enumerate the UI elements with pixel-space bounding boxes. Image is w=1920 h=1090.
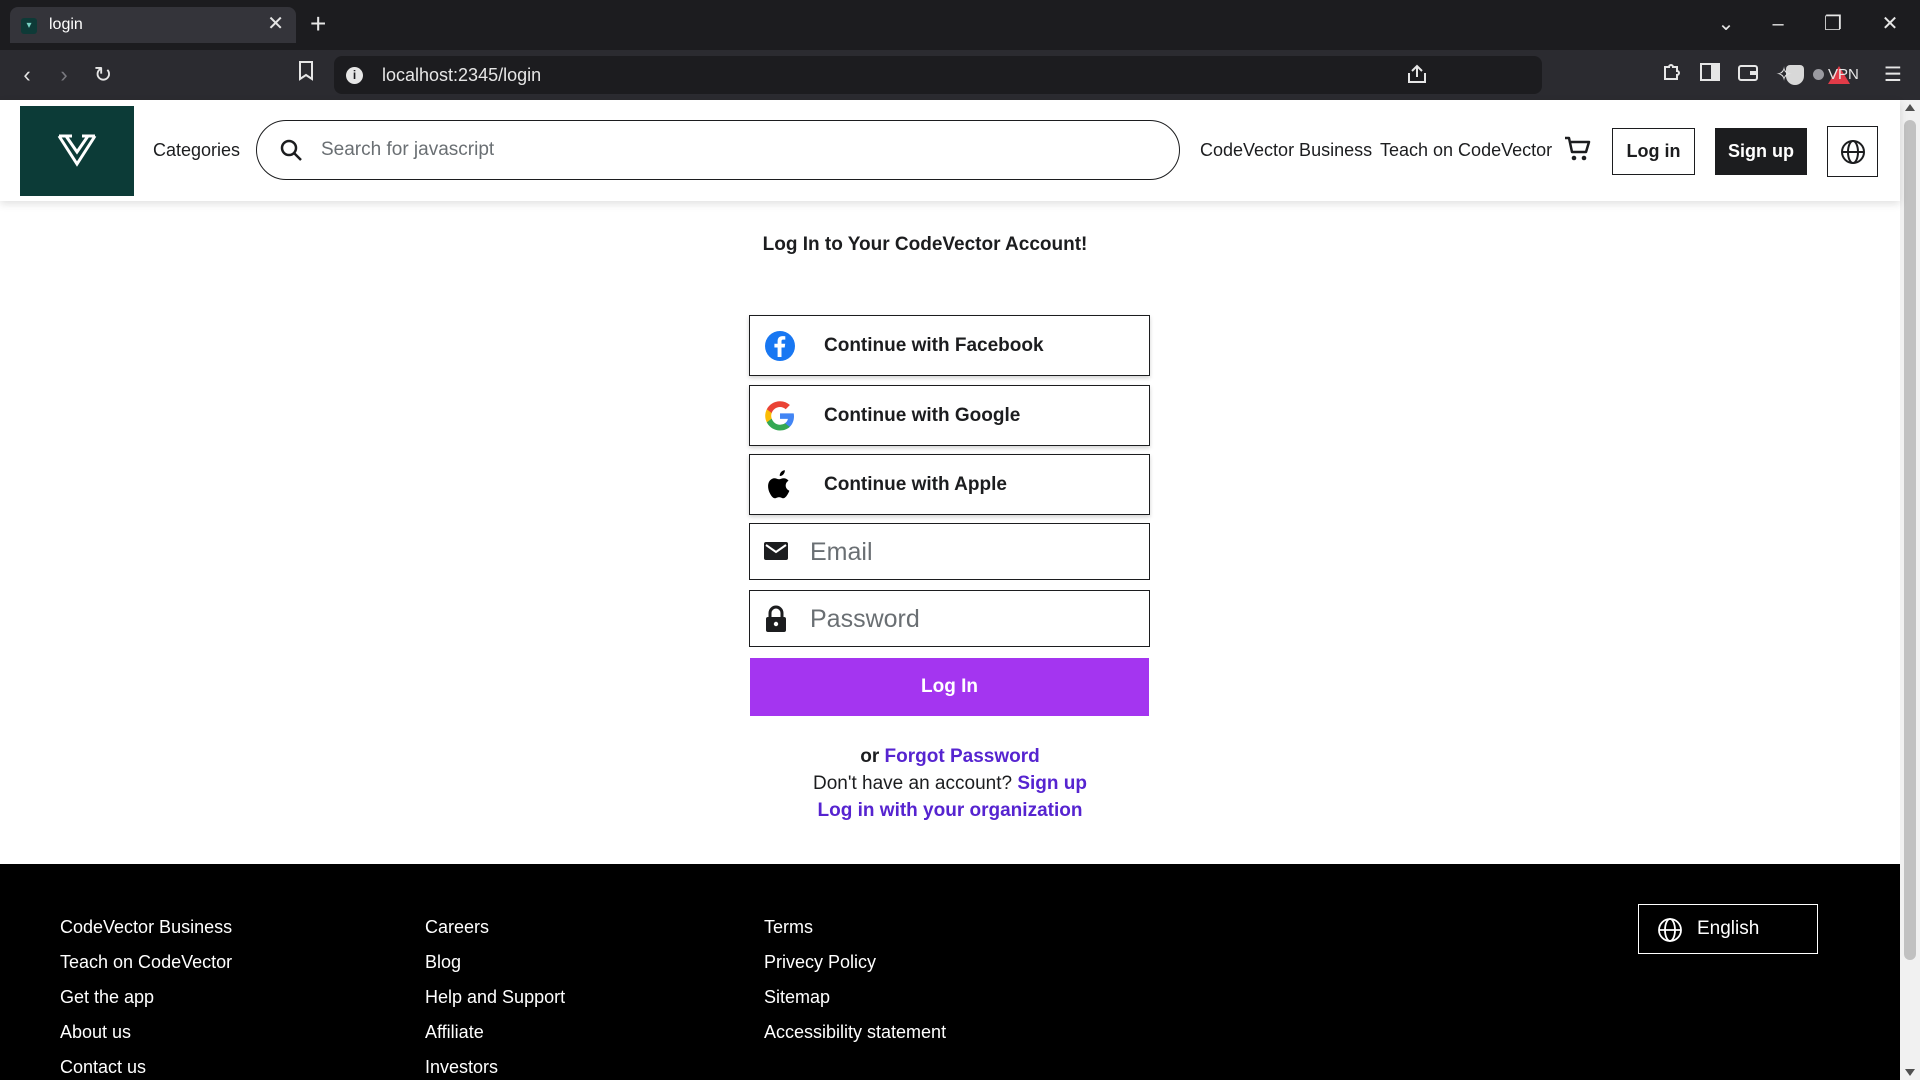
vpn-label: VPN — [1828, 66, 1859, 83]
browser-tab-strip: ▾ login ✕ + ⌄ – ❐ ✕ — [0, 0, 1920, 50]
sidebar-icon[interactable] — [1695, 61, 1725, 89]
wallet-icon[interactable] — [1733, 61, 1763, 89]
browser-toolbar: ‹ › ↻ i localhost:2345/login ✧ VPN ☰ — [0, 50, 1920, 100]
footer-link[interactable]: CodeVector Business — [60, 915, 232, 950]
address-bar[interactable]: i localhost:2345/login — [334, 56, 1850, 94]
footer-link[interactable]: Contact us — [60, 1055, 232, 1090]
teach-link[interactable]: Teach on CodeVector — [1380, 140, 1552, 161]
google-login-button[interactable]: Continue with Google — [749, 385, 1150, 446]
new-tab-icon[interactable]: + — [310, 9, 326, 39]
organization-login-link[interactable]: Log in with your organization — [818, 800, 1083, 821]
footer-link[interactable]: Privecy Policy — [764, 950, 946, 985]
forgot-password-link[interactable]: Forgot Password — [885, 746, 1040, 767]
categories-link[interactable]: Categories — [153, 140, 240, 161]
facebook-icon — [765, 331, 795, 361]
footer-link[interactable]: Teach on CodeVector — [60, 950, 232, 985]
or-text: or — [860, 746, 880, 767]
email-field[interactable] — [749, 523, 1150, 580]
minimize-icon[interactable]: – — [1758, 10, 1798, 38]
login-title: Log In to Your CodeVector Account! — [762, 234, 1088, 255]
forgot-password-line: or Forgot Password — [0, 746, 1900, 768]
no-account-text: Don't have an account? — [813, 773, 1013, 794]
window-close-icon[interactable]: ✕ — [1870, 10, 1910, 38]
forward-icon[interactable]: › — [49, 61, 79, 89]
footer-column-1: CodeVector Business Teach on CodeVector … — [60, 915, 232, 1090]
header-login-button[interactable]: Log in — [1612, 128, 1695, 175]
extensions-icon[interactable] — [1657, 61, 1687, 89]
business-link[interactable]: CodeVector Business — [1200, 140, 1372, 161]
favicon-icon: ▾ — [21, 18, 37, 34]
footer-link[interactable]: Accessibility statement — [764, 1020, 946, 1055]
lock-icon — [766, 605, 786, 632]
bookmark-icon[interactable] — [291, 61, 321, 89]
email-input[interactable] — [810, 536, 1130, 568]
password-input[interactable] — [810, 603, 1130, 635]
footer-link[interactable]: Sitemap — [764, 985, 946, 1020]
footer-language-button[interactable]: English — [1638, 904, 1818, 954]
password-field[interactable] — [749, 590, 1150, 647]
envelope-icon — [764, 542, 788, 560]
browser-tab[interactable]: ▾ login ✕ — [10, 7, 296, 43]
apple-icon — [768, 470, 790, 499]
globe-icon — [1658, 918, 1682, 942]
url-text[interactable]: localhost:2345/login — [382, 65, 541, 86]
apple-login-label: Continue with Apple — [824, 474, 1007, 495]
menu-icon[interactable]: ☰ — [1878, 61, 1908, 89]
back-icon[interactable]: ‹ — [12, 61, 42, 89]
language-label: English — [1697, 918, 1760, 939]
google-icon — [765, 401, 794, 431]
footer-link[interactable]: Blog — [425, 950, 565, 985]
search-bar[interactable] — [256, 120, 1180, 180]
signup-line: Don't have an account? Sign up — [0, 773, 1900, 795]
tab-list-chevron-icon[interactable]: ⌄ — [1706, 10, 1746, 38]
language-button[interactable] — [1827, 126, 1878, 177]
search-icon[interactable] — [279, 138, 303, 162]
facebook-login-label: Continue with Facebook — [824, 335, 1044, 356]
apple-login-button[interactable]: Continue with Apple — [749, 454, 1150, 515]
footer-column-2: Careers Blog Help and Support Affiliate … — [425, 915, 565, 1090]
search-input[interactable] — [321, 135, 1141, 165]
reload-icon[interactable]: ↻ — [88, 61, 118, 89]
login-submit-button[interactable]: Log In — [750, 658, 1149, 716]
footer-link[interactable]: Help and Support — [425, 985, 565, 1020]
footer-link[interactable]: Careers — [425, 915, 565, 950]
share-icon[interactable] — [1406, 63, 1428, 91]
tab-title: login — [49, 16, 83, 33]
vpn-button[interactable]: VPN — [1807, 62, 1865, 88]
cart-icon[interactable] — [1563, 135, 1591, 163]
header-signup-button[interactable]: Sign up — [1715, 128, 1807, 175]
logo-mark-icon — [57, 134, 97, 167]
tab-close-icon[interactable]: ✕ — [267, 13, 284, 35]
scroll-up-icon[interactable] — [1905, 104, 1915, 111]
facebook-login-button[interactable]: Continue with Facebook — [749, 315, 1150, 376]
organization-line: Log in with your organization — [0, 800, 1900, 822]
site-header: Categories CodeVector Business Teach on … — [0, 100, 1900, 201]
signup-link[interactable]: Sign up — [1017, 773, 1087, 794]
site-info-icon[interactable]: i — [346, 67, 363, 84]
vpn-status-icon — [1813, 69, 1824, 80]
footer-link[interactable]: Affiliate — [425, 1020, 565, 1055]
leo-ai-icon[interactable]: ✧ — [1769, 61, 1799, 89]
google-login-label: Continue with Google — [824, 405, 1021, 426]
restore-icon[interactable]: ❐ — [1813, 10, 1853, 38]
footer-column-3: Terms Privecy Policy Sitemap Accessibili… — [764, 915, 946, 1055]
site-footer: CodeVector Business Teach on CodeVector … — [0, 864, 1900, 1080]
footer-link[interactable]: About us — [60, 1020, 232, 1055]
page-scrollbar[interactable] — [1900, 100, 1920, 1080]
footer-link[interactable]: Terms — [764, 915, 946, 950]
footer-link[interactable]: Get the app — [60, 985, 232, 1020]
scroll-down-icon[interactable] — [1905, 1069, 1915, 1076]
scroll-thumb[interactable] — [1904, 120, 1916, 960]
footer-link[interactable]: Investors — [425, 1055, 565, 1090]
globe-icon — [1841, 140, 1865, 164]
codevector-logo[interactable] — [20, 106, 134, 196]
